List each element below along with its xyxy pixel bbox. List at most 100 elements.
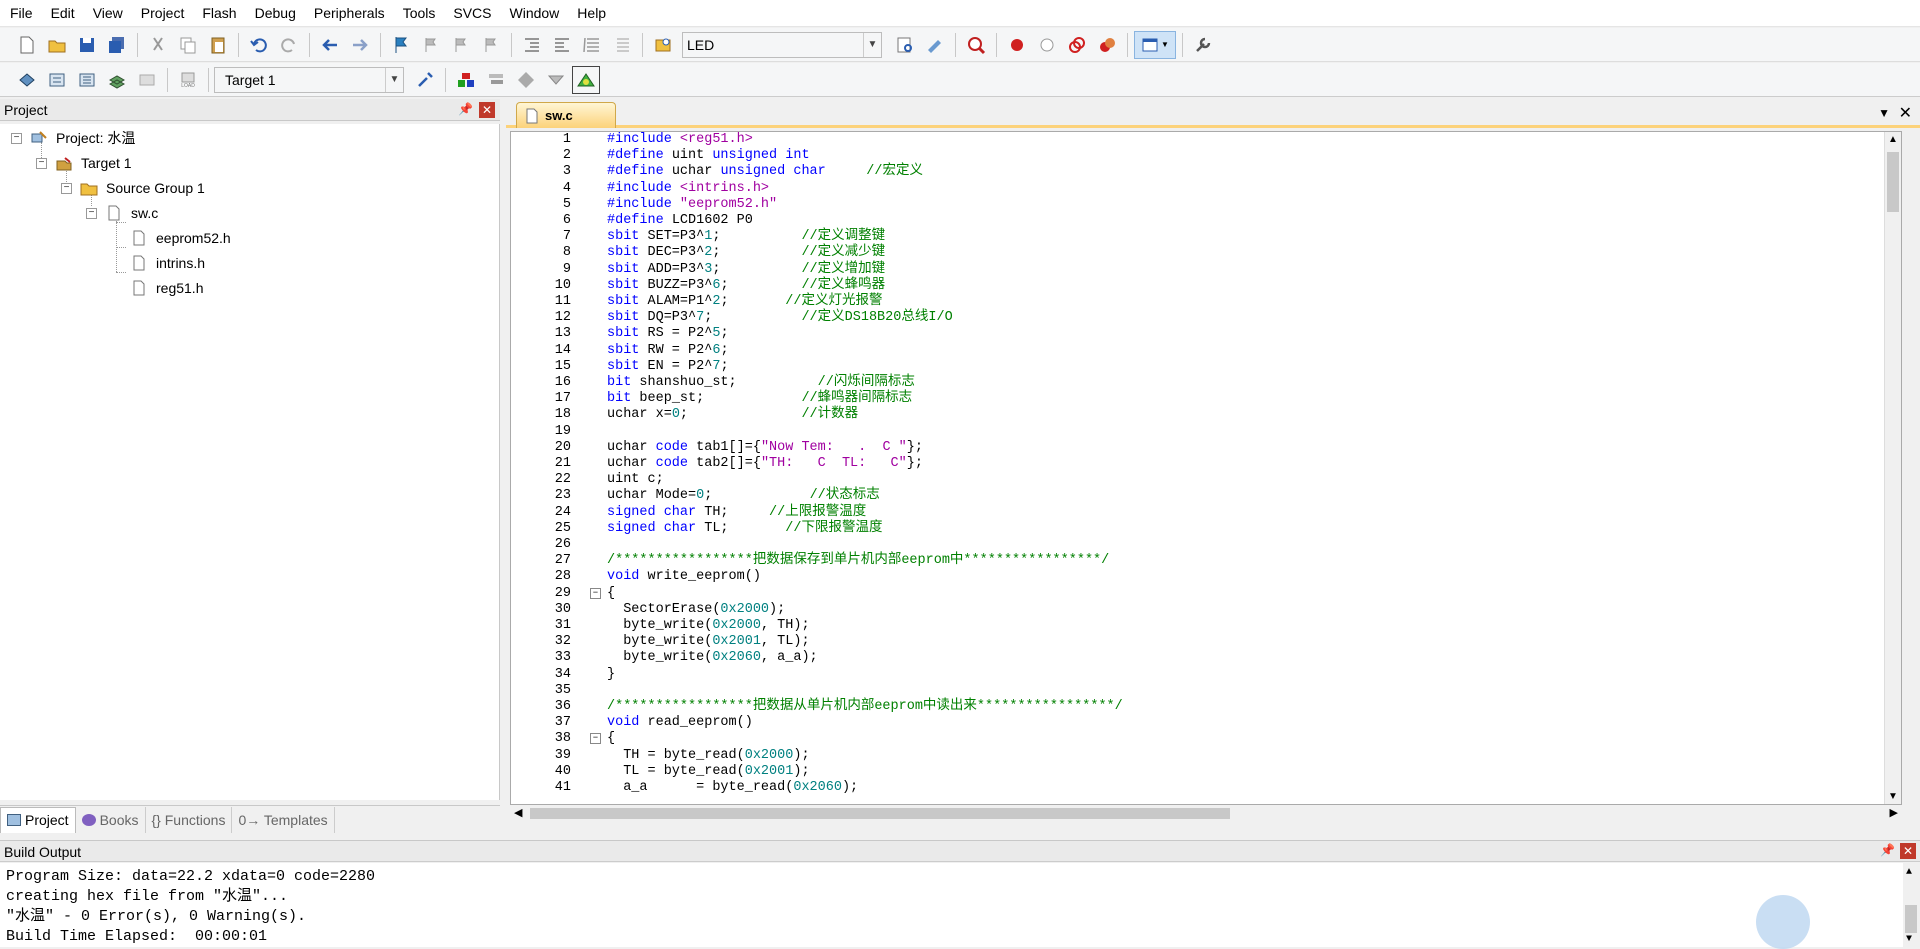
navigate-back-icon[interactable] <box>316 31 344 59</box>
scroll-down-icon[interactable]: ▼ <box>1906 934 1912 945</box>
stop-build-icon[interactable] <box>133 66 161 94</box>
menu-project[interactable]: Project <box>131 0 193 27</box>
vertical-scrollbar[interactable]: ▲ ▼ <box>1884 132 1901 804</box>
kill-all-breakpoints-icon[interactable] <box>1093 31 1121 59</box>
floating-assistant-icon[interactable] <box>1756 895 1810 949</box>
menu-peripherals[interactable]: Peripherals <box>304 0 393 27</box>
tree-item-label: Source Group 1 <box>106 180 205 196</box>
scroll-right-icon[interactable]: ▶ <box>1890 806 1898 819</box>
tab-books[interactable]: Books <box>76 806 146 833</box>
vertical-scrollbar[interactable]: ▲ ▼ <box>1903 863 1920 947</box>
target-combo[interactable]: Target 1 ▼ <box>214 66 404 93</box>
tree-item-sw-c[interactable]: − sw.c <box>86 202 158 224</box>
disable-all-breakpoints-icon[interactable] <box>1063 31 1091 59</box>
menu-tools[interactable]: Tools <box>393 0 444 27</box>
scroll-up-icon[interactable]: ▲ <box>1906 867 1912 878</box>
event-recorder-icon[interactable] <box>572 65 600 94</box>
close-icon[interactable]: ✕ <box>1899 103 1912 123</box>
scroll-down-icon[interactable]: ▼ <box>1888 791 1898 802</box>
window-layout-icon[interactable]: ▼ <box>1134 30 1176 59</box>
manage-runtime-icon[interactable] <box>512 66 540 94</box>
find-icon[interactable] <box>891 31 919 59</box>
next-bookmark-icon[interactable] <box>447 31 475 59</box>
pin-icon[interactable]: 📌 <box>458 102 473 116</box>
save-all-icon[interactable] <box>103 31 131 59</box>
file-icon <box>526 108 538 124</box>
build-icon[interactable] <box>43 66 71 94</box>
pack-installer-icon[interactable] <box>542 66 570 94</box>
tab-sw-c[interactable]: sw.c <box>516 102 616 128</box>
tree-item-intrins-h[interactable]: intrins.h <box>130 252 205 274</box>
scroll-thumb[interactable] <box>1905 905 1917 933</box>
clear-bookmarks-icon[interactable] <box>477 31 505 59</box>
tab-templates[interactable]: 0→ Templates <box>232 806 335 833</box>
cut-icon[interactable] <box>144 31 172 59</box>
find-combo[interactable]: LED ▼ <box>682 31 882 58</box>
close-icon[interactable]: ✕ <box>1900 843 1916 859</box>
find-in-files-icon[interactable] <box>649 31 677 59</box>
tab-project[interactable]: Project <box>0 806 76 833</box>
debug-session-icon[interactable] <box>962 31 990 59</box>
menu-view[interactable]: View <box>83 0 131 27</box>
code-line: 28 void write_eeprom() <box>511 569 1891 585</box>
new-file-icon[interactable] <box>13 31 41 59</box>
line-number: 34 <box>554 666 571 682</box>
collapse-icon[interactable]: − <box>61 182 72 194</box>
scroll-thumb[interactable] <box>1887 152 1899 212</box>
fold-toggle-icon[interactable]: − <box>590 733 601 745</box>
menu-window[interactable]: Window <box>500 0 568 27</box>
bookmark-icon[interactable] <box>387 31 415 59</box>
manage-project-items-icon[interactable] <box>452 66 480 94</box>
chevron-down-icon[interactable]: ▼ <box>1878 106 1890 120</box>
redo-icon[interactable] <box>275 31 303 59</box>
tree-item-source-group[interactable]: − Source Group 1 <box>61 177 205 199</box>
save-icon[interactable] <box>73 31 101 59</box>
disable-breakpoint-icon[interactable] <box>1033 31 1061 59</box>
rebuild-icon[interactable] <box>73 66 101 94</box>
menu-help[interactable]: Help <box>567 0 614 27</box>
breakpoint-icon[interactable] <box>1003 31 1031 59</box>
menu-debug[interactable]: Debug <box>245 0 304 27</box>
code-editor[interactable]: 1 #include <reg51.h> 2 #define uint unsigne… <box>510 131 1902 805</box>
tree-item-eeprom52-h[interactable]: eeprom52.h <box>130 227 231 249</box>
horizontal-scrollbar[interactable]: ◀ ▶ <box>510 805 1902 822</box>
tree-item-reg51-h[interactable]: reg51.h <box>130 277 203 299</box>
download-icon[interactable]: LOAD <box>174 66 202 94</box>
indent-icon[interactable] <box>518 31 546 59</box>
menu-file[interactable]: File <box>0 0 41 27</box>
menu-flash[interactable]: Flash <box>192 0 244 27</box>
line-number: 12 <box>554 310 571 326</box>
translate-icon[interactable] <box>13 66 41 94</box>
paste-icon[interactable] <box>204 31 232 59</box>
batch-build-icon[interactable] <box>103 66 131 94</box>
scroll-thumb[interactable] <box>530 808 1230 819</box>
unindent-icon[interactable] <box>548 31 576 59</box>
collapse-icon[interactable]: − <box>11 132 22 144</box>
prev-bookmark-icon[interactable] <box>417 31 445 59</box>
menu-edit[interactable]: Edit <box>41 0 83 27</box>
copy-icon[interactable] <box>174 31 202 59</box>
menu-svcs[interactable]: SVCS <box>443 0 499 27</box>
uncomment-icon[interactable] <box>608 31 636 59</box>
incremental-find-icon[interactable] <box>921 31 949 59</box>
scroll-up-icon[interactable]: ▲ <box>1888 134 1898 145</box>
comment-icon[interactable] <box>578 31 606 59</box>
collapse-icon[interactable]: − <box>86 207 97 219</box>
open-file-icon[interactable] <box>43 31 71 59</box>
tree-item-project[interactable]: − Project: 水温 <box>11 127 135 149</box>
navigate-forward-icon[interactable] <box>346 31 374 59</box>
close-icon[interactable]: ✕ <box>479 102 495 118</box>
pin-icon[interactable]: 📌 <box>1880 843 1895 857</box>
collapse-icon[interactable]: − <box>36 157 47 169</box>
scroll-left-icon[interactable]: ◀ <box>514 806 522 819</box>
undo-icon[interactable] <box>245 31 273 59</box>
tab-functions[interactable]: {} Functions <box>146 806 233 833</box>
tree-item-target[interactable]: − Target 1 <box>36 152 132 174</box>
configure-icon[interactable] <box>1189 31 1217 59</box>
fold-toggle-icon[interactable]: − <box>590 587 601 599</box>
chevron-down-icon[interactable]: ▼ <box>385 67 403 92</box>
build-output[interactable]: Program Size: data=22.2 xdata=0 code=228… <box>0 863 1920 949</box>
chevron-down-icon[interactable]: ▼ <box>863 32 881 57</box>
target-options-icon[interactable] <box>411 66 439 94</box>
select-packs-icon[interactable] <box>482 66 510 94</box>
